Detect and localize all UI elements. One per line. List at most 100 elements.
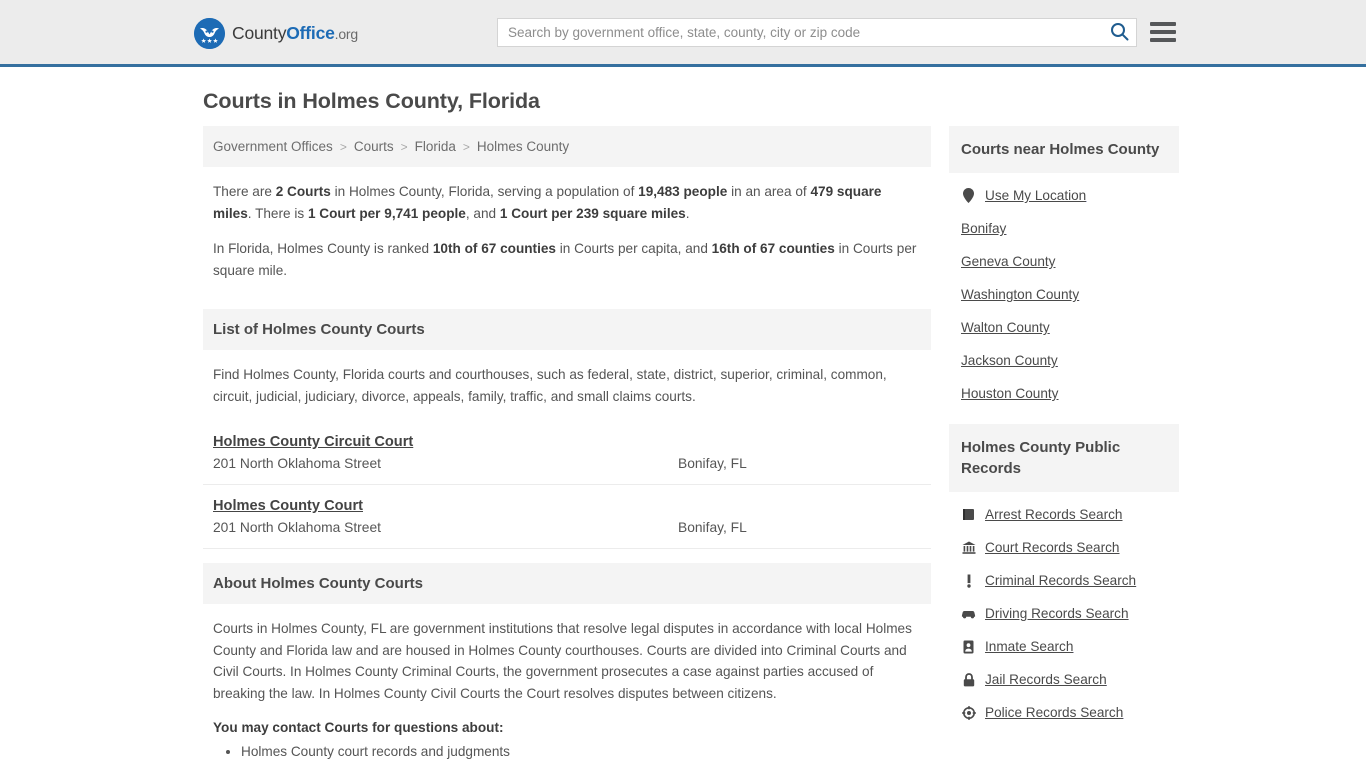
logo-text-county: County [232, 22, 287, 43]
sidebar-item-label: Houston County [961, 386, 1059, 401]
logo-text-tld: .org [334, 25, 359, 42]
table-row: Holmes County Circuit Court 201 North Ok… [203, 421, 931, 485]
breadcrumb-item-government-offices[interactable]: Government Offices [213, 139, 333, 154]
breadcrumb-item-courts[interactable]: Courts [354, 139, 394, 154]
intro-p1-t6: . [685, 205, 690, 221]
sidebar-item-court-records-search[interactable]: Court Records Search [949, 531, 1179, 564]
public-records-heading: Holmes County Public Records [949, 424, 1179, 492]
court-city-state: Bonifay, FL [678, 520, 747, 535]
court-address-line: 201 North Oklahoma Street Bonifay, FL [213, 520, 921, 535]
court-address: 201 North Oklahoma Street [213, 520, 381, 535]
sidebar-item-label: Arrest Records Search [985, 507, 1123, 522]
breadcrumb-separator: > [339, 139, 347, 154]
search-button[interactable] [1102, 19, 1136, 46]
sidebar-item-police-records-search[interactable]: Police Records Search [949, 696, 1179, 729]
hamburger-bar-2 [1150, 30, 1176, 34]
sidebar-item-label: Jail Records Search [985, 672, 1107, 687]
hamburger-bar-3 [1150, 38, 1176, 42]
search-input[interactable] [498, 19, 1102, 46]
page-title: Courts in Holmes County, Florida [203, 89, 540, 113]
sidebar-item-walton-county[interactable]: Walton County [949, 311, 1179, 344]
breadcrumb-item-holmes-county[interactable]: Holmes County [477, 139, 569, 154]
eagle-stars-icon [194, 18, 225, 49]
sidebar-item-label: Use My Location [985, 188, 1087, 203]
about-section-heading: About Holmes County Courts [203, 563, 931, 604]
table-row: Holmes County Court 201 North Oklahoma S… [203, 485, 931, 549]
court-name-link[interactable]: Holmes County Circuit Court [213, 434, 413, 450]
intro-p1-t5: , and [465, 205, 500, 221]
sidebar-item-geneva-county[interactable]: Geneva County [949, 245, 1179, 278]
list-section-description-wrap: Find Holmes County, Florida courts and c… [203, 364, 931, 407]
contact-heading: You may contact Courts for questions abo… [213, 720, 504, 735]
about-section-body: Courts in Holmes County, FL are governme… [203, 618, 931, 704]
sidebar-item-label: Bonifay [961, 221, 1007, 236]
site-logo[interactable]: CountyOffice.org [194, 18, 358, 49]
sidebar-item-label: Court Records Search [985, 540, 1120, 555]
sidebar-item-bonifay[interactable]: Bonifay [949, 212, 1179, 245]
court-address: 201 North Oklahoma Street [213, 456, 381, 471]
sidebar-item-criminal-records-search[interactable]: Criminal Records Search [949, 564, 1179, 597]
hamburger-menu-icon[interactable] [1150, 20, 1176, 44]
courthouse-icon [961, 541, 976, 554]
map-pin-icon [961, 188, 976, 203]
contact-topics-list: Holmes County court records and judgment… [203, 741, 931, 768]
list-section-description: Find Holmes County, Florida courts and c… [213, 367, 887, 404]
breadcrumb-separator: > [462, 139, 470, 154]
breadcrumb: Government Offices > Courts > Florida > … [203, 126, 931, 167]
sidebar-item-driving-records-search[interactable]: Driving Records Search [949, 597, 1179, 630]
sidebar-item-label: Driving Records Search [985, 606, 1129, 621]
logo-text-office: Office [286, 22, 335, 43]
intro-p1-t2: in Holmes County, Florida, serving a pop… [330, 184, 639, 199]
sidebar-item-washington-county[interactable]: Washington County [949, 278, 1179, 311]
hamburger-bar-1 [1150, 22, 1176, 26]
intro-p2-b1: 10th of 67 counties [432, 241, 556, 256]
search-icon [1110, 22, 1129, 44]
sidebar-item-label: Jackson County [961, 353, 1058, 368]
intro-p1-b4: 1 Court per 9,741 people [307, 205, 466, 221]
exclamation-icon [961, 574, 976, 588]
sidebar-item-label: Inmate Search [985, 639, 1074, 654]
intro-p1-t3: in an area of [727, 184, 811, 199]
courts-near-links: Use My Location Bonifay Geneva County Wa… [949, 173, 1179, 410]
book-icon [961, 508, 976, 521]
intro-p1-b5: 1 Court per 239 square miles [499, 205, 686, 221]
sidebar-item-houston-county[interactable]: Houston County [949, 377, 1179, 410]
courts-near-heading: Courts near Holmes County [949, 126, 1179, 173]
main-column: Government Offices > Courts > Florida > … [203, 126, 931, 768]
site-header: CountyOffice.org [0, 0, 1366, 67]
sidebar-item-arrest-records-search[interactable]: Arrest Records Search [949, 498, 1179, 531]
intro-p1-t4: . There is [247, 205, 308, 221]
breadcrumb-separator: > [400, 139, 408, 154]
sidebar-item-jail-records-search[interactable]: Jail Records Search [949, 663, 1179, 696]
lock-icon [961, 672, 976, 687]
header-inner: CountyOffice.org [0, 0, 1366, 64]
sidebar-item-jackson-county[interactable]: Jackson County [949, 344, 1179, 377]
list-item: Holmes County court records and judgment… [241, 741, 931, 762]
list-section-heading: List of Holmes County Courts [203, 309, 931, 350]
sidebar-item-label: Police Records Search [985, 705, 1124, 720]
intro-paragraph-2: In Florida, Holmes County is ranked 10th… [213, 238, 921, 281]
sidebar-item-use-my-location[interactable]: Use My Location [949, 179, 1179, 212]
logo-wordmark: CountyOffice.org [232, 22, 359, 43]
intro-p2-t1: In Florida, Holmes County is ranked [213, 241, 433, 256]
two-column-layout: Government Offices > Courts > Florida > … [195, 126, 1179, 768]
sidebar-item-label: Criminal Records Search [985, 573, 1137, 588]
intro-p2-b2: 16th of 67 counties [711, 241, 835, 256]
car-icon [961, 608, 976, 619]
court-city-state: Bonifay, FL [678, 456, 747, 471]
public-records-links: Arrest Records Search Court Records Sear… [949, 492, 1179, 729]
page-body: Courts in Holmes County, Florida Governm… [0, 67, 1366, 768]
breadcrumb-item-florida[interactable]: Florida [415, 139, 456, 154]
sidebar-item-label: Geneva County [961, 254, 1056, 269]
court-name-link[interactable]: Holmes County Court [213, 498, 363, 514]
police-badge-icon [961, 705, 976, 720]
sidebar-item-label: Washington County [961, 287, 1080, 302]
intro-p2-t2: in Courts per capita, and [556, 241, 712, 256]
sidebar: Courts near Holmes County Use My Locatio… [949, 126, 1179, 743]
court-address-line: 201 North Oklahoma Street Bonifay, FL [213, 456, 921, 471]
sidebar-item-inmate-search[interactable]: Inmate Search [949, 630, 1179, 663]
intro-text: There are 2 Courts in Holmes County, Flo… [203, 181, 931, 281]
search-bar [497, 18, 1137, 47]
